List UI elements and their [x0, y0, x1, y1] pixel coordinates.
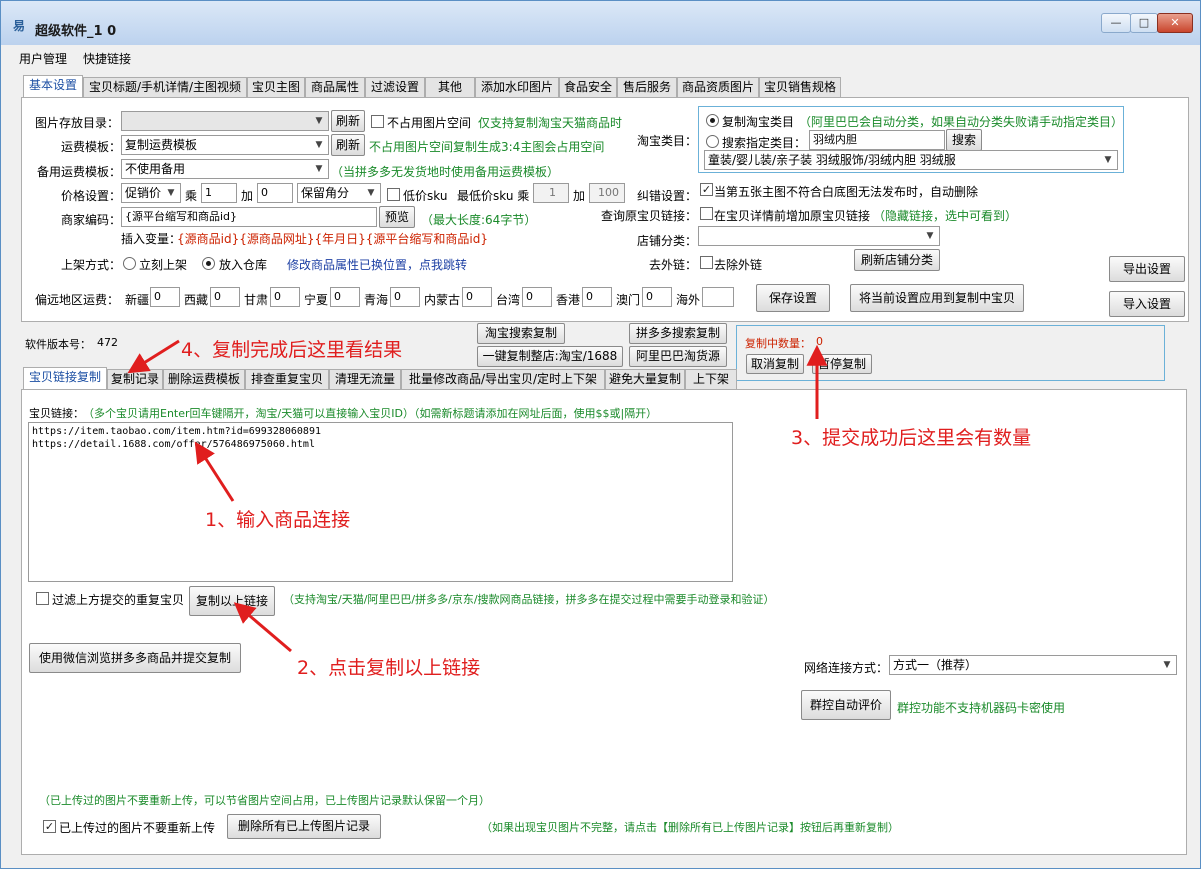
arrow-to-textarea [194, 441, 235, 502]
annotation-arrows [127, 339, 828, 653]
arrow-to-copy-button [233, 602, 292, 653]
arrow-to-copy-records [127, 339, 180, 374]
app-window: 易 超级软件_1 0 — □ ✕ 用户管理 快捷链接 基本设置 宝贝标题/手机详… [0, 0, 1201, 869]
